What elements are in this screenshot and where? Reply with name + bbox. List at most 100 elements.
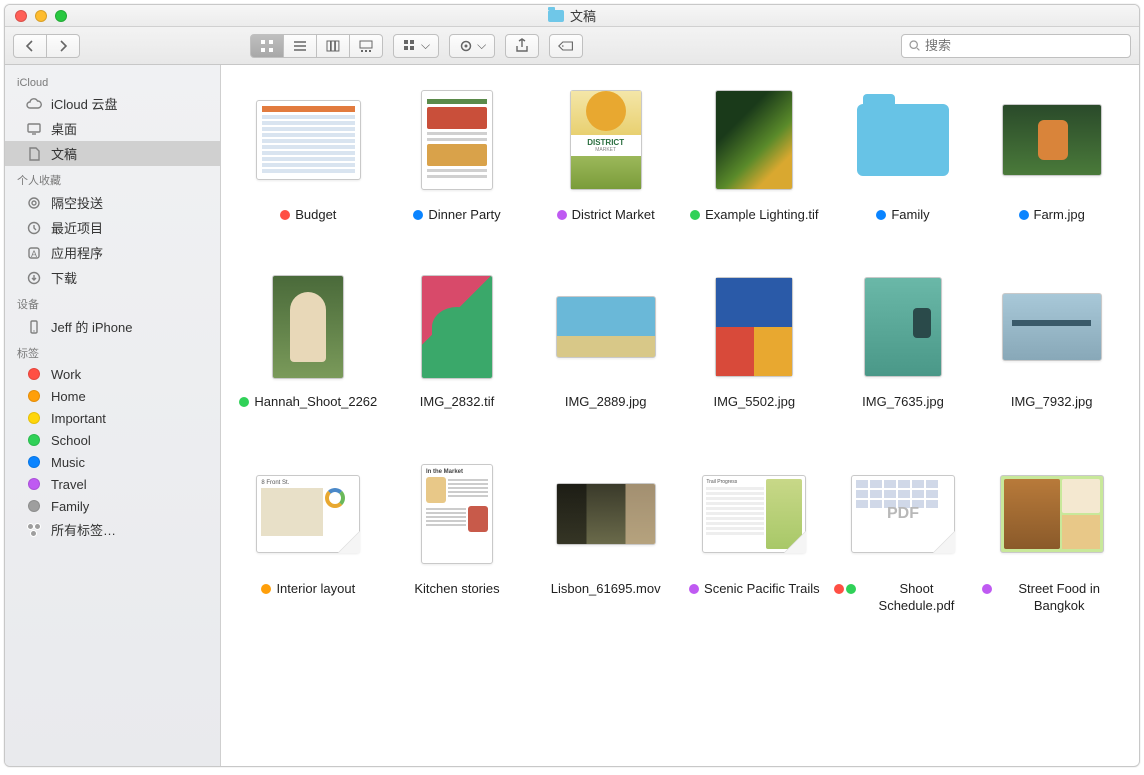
- tag-icon: [25, 476, 43, 492]
- file-item[interactable]: IMG_2889.jpg: [536, 272, 675, 411]
- sidebar-item-文稿[interactable]: 文稿: [5, 141, 220, 166]
- file-item[interactable]: DISTRICTMARKET District Market: [536, 85, 675, 224]
- icon-view-button[interactable]: [250, 34, 284, 58]
- file-item[interactable]: Farm.jpg: [982, 85, 1121, 224]
- action-button[interactable]: ⌵: [449, 34, 495, 58]
- file-thumbnail: [402, 272, 512, 382]
- file-item[interactable]: Example Lighting.tif: [685, 85, 824, 224]
- file-item[interactable]: Budget: [239, 85, 378, 224]
- sidebar-item-music[interactable]: Music: [5, 451, 220, 473]
- arrange-icon: [402, 38, 418, 54]
- window-title-text: 文稿: [570, 6, 596, 25]
- finder-window: 文稿: [4, 4, 1140, 767]
- file-item[interactable]: IMG_7932.jpg: [982, 272, 1121, 411]
- tag-icon: [558, 38, 574, 54]
- sidebar-item-label: Music: [51, 455, 85, 470]
- file-item[interactable]: Trail Progress Scenic Pacific Trails: [685, 459, 824, 615]
- sidebar-item-隔空投送[interactable]: 隔空投送: [5, 190, 220, 215]
- file-label: Lisbon_61695.mov: [551, 581, 661, 598]
- arrange-group: ⌵: [393, 34, 439, 58]
- content-area[interactable]: Budget Dinner PartyDISTRICTMARKET Distri…: [221, 65, 1139, 766]
- sidebar-item-work[interactable]: Work: [5, 363, 220, 385]
- file-label: Interior layout: [261, 581, 355, 598]
- file-thumbnail: In the Market: [402, 459, 512, 569]
- sidebar-item-label: 隔空投送: [51, 193, 103, 212]
- sidebar-item-label: 下载: [51, 268, 77, 287]
- gallery-view-button[interactable]: [350, 34, 383, 58]
- tag-icon: [25, 410, 43, 426]
- sidebar-item-label: 最近项目: [51, 218, 103, 237]
- file-item[interactable]: 8 Front St. Interior layout: [239, 459, 378, 615]
- sidebar-item-home[interactable]: Home: [5, 385, 220, 407]
- sidebar-item-label: 文稿: [51, 144, 77, 163]
- sidebar-item-icloud-云盘[interactable]: iCloud 云盘: [5, 91, 220, 116]
- sidebar-item-label: 桌面: [51, 119, 77, 138]
- tags-button[interactable]: [549, 34, 583, 58]
- file-item[interactable]: Lisbon_61695.mov: [536, 459, 675, 615]
- file-thumbnail: [253, 85, 363, 195]
- sidebar-item-label: 应用程序: [51, 243, 103, 262]
- sidebar-item-所有标签…[interactable]: 所有标签…: [5, 517, 220, 542]
- file-grid: Budget Dinner PartyDISTRICTMARKET Distri…: [239, 85, 1121, 615]
- sidebar-section-header: iCloud: [5, 71, 220, 91]
- file-label: District Market: [557, 207, 655, 224]
- cloud-icon: [25, 96, 43, 112]
- column-view-button[interactable]: [317, 34, 350, 58]
- file-thumbnail: [997, 85, 1107, 195]
- file-item[interactable]: In the Market Kitchen stories: [388, 459, 527, 615]
- file-item[interactable]: Dinner Party: [388, 85, 527, 224]
- zoom-button[interactable]: [55, 10, 67, 22]
- chevron-right-icon: [55, 38, 71, 54]
- minimize-button[interactable]: [35, 10, 47, 22]
- file-label: Budget: [280, 207, 336, 224]
- file-item[interactable]: IMG_7635.jpg: [834, 272, 973, 411]
- file-thumbnail: [551, 459, 661, 569]
- arrange-button[interactable]: ⌵: [393, 34, 439, 58]
- tag-icon: [25, 498, 43, 514]
- file-thumbnail: [848, 85, 958, 195]
- sidebar-item-school[interactable]: School: [5, 429, 220, 451]
- tag-icon: [25, 366, 43, 382]
- file-label: Hannah_Shoot_2262: [239, 394, 377, 411]
- svg-text:A: A: [31, 249, 37, 259]
- file-label: Family: [876, 207, 929, 224]
- sidebar-item-最近项目[interactable]: 最近项目: [5, 215, 220, 240]
- file-item[interactable]: IMG_5502.jpg: [685, 272, 824, 411]
- app-icon: A: [25, 245, 43, 261]
- close-button[interactable]: [15, 10, 27, 22]
- file-item[interactable]: Hannah_Shoot_2262: [239, 272, 378, 411]
- window-title: 文稿: [5, 6, 1139, 25]
- sidebar-item-label: 所有标签…: [51, 520, 116, 539]
- file-item[interactable]: Street Food in Bangkok: [982, 459, 1121, 615]
- sidebar-item-jeff-的-iphone[interactable]: Jeff 的 iPhone: [5, 314, 220, 339]
- sidebar-item-important[interactable]: Important: [5, 407, 220, 429]
- action-group: ⌵: [449, 34, 495, 58]
- sidebar-item-family[interactable]: Family: [5, 495, 220, 517]
- file-label: Scenic Pacific Trails: [689, 581, 820, 598]
- share-button[interactable]: [505, 34, 539, 58]
- chevron-left-icon: [22, 38, 38, 54]
- back-button[interactable]: [13, 34, 47, 58]
- sidebar-item-label: Travel: [51, 477, 87, 492]
- sidebar-item-应用程序[interactable]: A 应用程序: [5, 240, 220, 265]
- file-label: IMG_7635.jpg: [862, 394, 944, 411]
- search-field[interactable]: [901, 34, 1131, 58]
- file-label: IMG_2889.jpg: [565, 394, 647, 411]
- sidebar-item-label: School: [51, 433, 91, 448]
- sidebar-item-桌面[interactable]: 桌面: [5, 116, 220, 141]
- search-icon: [908, 39, 921, 52]
- forward-button[interactable]: [47, 34, 80, 58]
- tag-icon: [25, 432, 43, 448]
- sidebar-item-下载[interactable]: 下载: [5, 265, 220, 290]
- sidebar-item-travel[interactable]: Travel: [5, 473, 220, 495]
- sidebar-item-label: Family: [51, 499, 89, 514]
- file-label: Example Lighting.tif: [690, 207, 818, 224]
- search-input[interactable]: [925, 38, 1124, 53]
- folder-icon: [548, 10, 564, 22]
- file-item[interactable]: PDF Shoot Schedule.pdf: [834, 459, 973, 615]
- list-icon: [292, 38, 308, 54]
- file-item[interactable]: Family: [834, 85, 973, 224]
- file-label: IMG_5502.jpg: [713, 394, 795, 411]
- list-view-button[interactable]: [284, 34, 317, 58]
- file-item[interactable]: IMG_2832.tif: [388, 272, 527, 411]
